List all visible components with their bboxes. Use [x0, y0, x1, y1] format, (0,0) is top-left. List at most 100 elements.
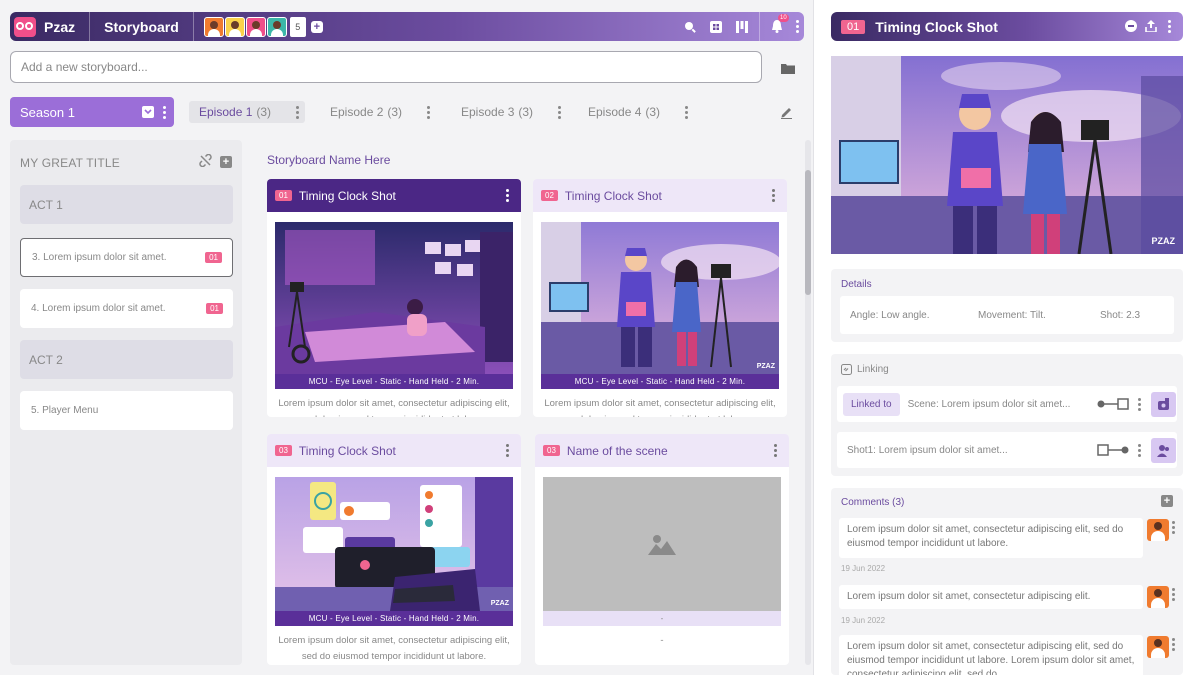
shot-thumbnail[interactable]: PZAZ	[275, 477, 513, 611]
minus-circle-icon[interactable]	[1125, 19, 1137, 35]
season-menu-icon[interactable]	[160, 105, 168, 119]
shot-title: Name of the scene	[566, 443, 668, 458]
link-toggle[interactable]	[1097, 444, 1129, 456]
shot-title: Timing Clock Shot	[298, 188, 396, 203]
tab-episode-1[interactable]: Episode 1 (3)	[189, 101, 305, 123]
pzaz-logo-icon	[14, 16, 36, 37]
page-title: Storyboard	[104, 18, 179, 35]
shot-number-badge: 03	[275, 445, 292, 456]
shot-meta: -	[543, 611, 781, 626]
avatar[interactable]	[1147, 519, 1169, 541]
character-link-icon[interactable]	[1151, 437, 1176, 463]
shot-card[interactable]: 03 Timing Clock Shot PZAZ MCU - Eye Leve…	[267, 434, 521, 665]
act-item[interactable]: ACT 2	[20, 340, 233, 379]
detail-header: 01 Timing Clock Shot	[831, 12, 1183, 41]
episode-label: Episode 4	[588, 105, 642, 119]
app-name: Pzaz	[44, 18, 76, 35]
details-section: Details Angle: Low angle. Movement: Tilt…	[831, 269, 1183, 342]
shot-card[interactable]: 01 Timing Clock Shot MCU - Eye Level - S…	[267, 179, 521, 417]
movement-value: Movement: Tilt.	[978, 309, 1046, 321]
linked-to-button[interactable]: Linked to	[843, 392, 900, 416]
avatar[interactable]	[1147, 636, 1169, 658]
new-storyboard-input[interactable]	[10, 51, 762, 83]
shot-card-header: 03 Timing Clock Shot	[267, 434, 521, 467]
link-toggle[interactable]	[1097, 398, 1129, 410]
shot-thumbnail[interactable]: PZAZ	[541, 222, 779, 374]
tab-episode-4[interactable]: Episode 4 (3)	[578, 101, 694, 123]
divider	[813, 0, 814, 675]
scene-item[interactable]: 5. Player Menu	[20, 391, 233, 430]
shot-menu-icon[interactable]	[771, 444, 779, 457]
folder-icon[interactable]	[772, 55, 804, 81]
add-act-button[interactable]: +	[220, 156, 232, 168]
add-comment-button[interactable]: +	[1161, 495, 1173, 507]
avatar[interactable]	[1147, 586, 1169, 608]
app-logo[interactable]: Pzaz	[10, 12, 75, 41]
shot-description: -	[660, 635, 664, 646]
details-row: Angle: Low angle. Movement: Tilt. Shot: …	[840, 296, 1174, 334]
episode-menu-icon[interactable]	[555, 105, 563, 119]
avatar[interactable]	[266, 16, 287, 37]
shot-number-badge: 02	[541, 190, 558, 201]
shot-number-badge: 01	[841, 19, 866, 34]
share-icon[interactable]	[1145, 19, 1157, 35]
link-menu-icon[interactable]	[1135, 397, 1143, 411]
comment-menu-icon[interactable]	[1169, 638, 1177, 651]
more-members-count[interactable]: 5	[289, 16, 306, 37]
unlink-icon[interactable]	[199, 153, 212, 170]
grid-view-icon[interactable]	[703, 12, 729, 41]
image-placeholder[interactable]	[543, 477, 781, 611]
episode-menu-icon[interactable]	[682, 105, 690, 119]
scene-item[interactable]: 3. Lorem ipsum dolor sit amet. 01	[20, 238, 233, 277]
team-avatars[interactable]: 5 +	[194, 16, 323, 37]
comment-menu-icon[interactable]	[1169, 521, 1177, 534]
chevron-down-icon[interactable]	[142, 106, 154, 118]
avatar[interactable]	[203, 16, 224, 37]
comment-item: Lorem ipsum dolor sit amet, consectetur …	[839, 518, 1143, 558]
link-row-shot: Shot1: Lorem ipsum dolor sit amet...	[837, 432, 1177, 468]
shot-value: Shot: 2.3	[1100, 309, 1141, 321]
act-item[interactable]: ACT 1	[20, 185, 233, 224]
comment-item: Lorem ipsum dolor sit amet, consectetur …	[839, 585, 1143, 609]
comment-date: 19 Jun 2022	[841, 616, 886, 625]
tab-episode-2[interactable]: Episode 2 (3)	[320, 101, 436, 123]
comment-menu-icon[interactable]	[1169, 588, 1177, 601]
board-view-icon[interactable]	[729, 12, 755, 41]
detail-menu-icon[interactable]	[1165, 20, 1173, 33]
link-menu-icon[interactable]	[1135, 443, 1143, 457]
add-member-button[interactable]: +	[310, 20, 323, 33]
scene-label: 5. Player Menu	[31, 405, 99, 416]
shot-card[interactable]: 02 Timing Clock Shot PZAZ MCU - Eye Leve…	[533, 179, 787, 417]
linking-header: Linking	[841, 364, 889, 375]
avatar[interactable]	[224, 16, 245, 37]
search-icon[interactable]	[677, 12, 703, 41]
shot-thumbnail[interactable]	[275, 222, 513, 374]
episode-menu-icon[interactable]	[424, 105, 432, 119]
season-selector[interactable]: Season 1	[10, 97, 174, 127]
episode-menu-icon[interactable]	[293, 105, 301, 119]
detail-shot-image[interactable]: PZAZ	[831, 56, 1183, 254]
comments-section: Comments (3) + Lorem ipsum dolor sit ame…	[831, 488, 1183, 675]
shot-card[interactable]: 03 Name of the scene - -	[535, 434, 789, 665]
shot-menu-icon[interactable]	[503, 189, 511, 202]
bell-icon[interactable]: 10	[764, 12, 790, 41]
scene-label: 3. Lorem ipsum dolor sit amet.	[32, 252, 167, 263]
season-label: Season 1	[20, 104, 75, 120]
storyboard-name[interactable]: Storyboard Name Here	[267, 153, 390, 167]
shot-menu-icon[interactable]	[503, 444, 511, 457]
shot-description: Lorem ipsum dolor sit amet, consectetur …	[544, 398, 776, 417]
link-shot-text: Shot1: Lorem ipsum dolor sit amet...	[847, 444, 1008, 456]
link-icon	[841, 364, 852, 375]
episode-count: (3)	[518, 105, 534, 119]
more-menu-icon[interactable]	[790, 12, 804, 41]
tab-episode-3[interactable]: Episode 3 (3)	[451, 101, 567, 123]
shot-menu-icon[interactable]	[769, 189, 777, 202]
scene-item[interactable]: 4. Lorem ipsum dolor sit amet. 01	[20, 289, 233, 328]
shot-meta: MCU - Eye Level - Static - Hand Held - 2…	[275, 611, 513, 626]
edit-icon[interactable]	[776, 102, 796, 122]
scene-link-icon[interactable]	[1151, 391, 1176, 417]
episode-count: (3)	[645, 105, 661, 119]
scrollbar-thumb[interactable]	[805, 170, 811, 295]
avatar[interactable]	[245, 16, 266, 37]
outline-panel: MY GREAT TITLE + ACT 1 3. Lorem ipsum do…	[10, 140, 242, 665]
